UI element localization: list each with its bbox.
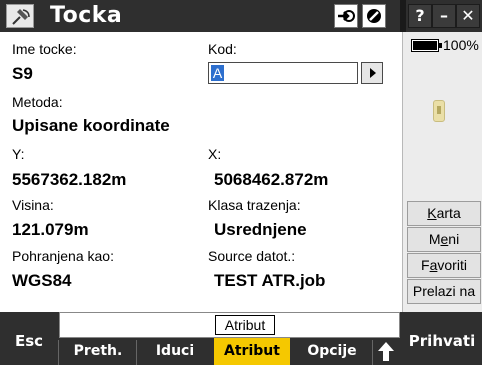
visina-label: Visina:: [12, 197, 54, 213]
battery-percent: 100%: [443, 37, 479, 53]
kod-label: Kod:: [208, 41, 237, 57]
metoda-label: Metoda:: [12, 94, 63, 110]
battery-icon: [411, 39, 442, 52]
prethodni-button[interactable]: Preth.: [60, 338, 136, 365]
karta-button[interactable]: Karta: [407, 201, 481, 226]
gnss-receiver-icon[interactable]: [433, 100, 445, 122]
prelazi-na-button[interactable]: Prelazi na: [407, 279, 481, 304]
y-label: Y:: [12, 146, 25, 162]
iduci-button[interactable]: Iduci: [138, 338, 212, 365]
side-panel: 100% Karta Meni Favoriti Prelazi na: [402, 32, 482, 312]
prihvati-button[interactable]: Prihvati: [402, 318, 482, 365]
visina-value: 121.079m: [12, 220, 89, 239]
title-bar: Tocka ? – ✕: [0, 0, 482, 32]
kod-list-button[interactable]: [361, 62, 383, 84]
source-datot-label: Source datot.:: [208, 248, 296, 264]
close-button[interactable]: ✕: [456, 4, 480, 28]
satellite-icon: [12, 9, 30, 25]
no-entry-icon: [367, 9, 381, 23]
title-separator: [400, 0, 406, 32]
klasa-trazenja-label: Klasa trazenja:: [208, 197, 301, 213]
arrow-up-icon: [378, 342, 394, 361]
x-value: 5068462.872m: [214, 170, 329, 189]
metoda-value: Upisane koordinate: [12, 116, 170, 135]
klasa-trazenja-value: Usrednjene: [214, 220, 307, 239]
shift-up-button[interactable]: [374, 338, 398, 365]
kod-selected-text: A: [211, 65, 224, 81]
status-line-text: Atribut: [215, 315, 275, 335]
source-datot-value: TEST ATR.job: [214, 271, 326, 290]
battery-fill: [413, 41, 437, 50]
help-button[interactable]: ?: [408, 4, 432, 28]
login-button[interactable]: [334, 4, 358, 28]
favoriti-button[interactable]: Favoriti: [407, 253, 481, 278]
pohranjena-kao-label: Pohranjena kao:: [12, 248, 114, 264]
cancel-measure-button[interactable]: [362, 4, 386, 28]
arrow-in-icon: [338, 10, 355, 22]
kod-input[interactable]: A: [208, 62, 358, 84]
atribut-button[interactable]: Atribut: [214, 338, 290, 365]
ime-tocke-value[interactable]: S9: [12, 64, 33, 84]
minimize-button[interactable]: –: [432, 4, 456, 28]
meni-button[interactable]: Meni: [407, 227, 481, 252]
opcije-button[interactable]: Opcije: [292, 338, 372, 365]
esc-button[interactable]: Esc: [0, 318, 58, 365]
pohranjena-kao-value: WGS84: [12, 271, 72, 290]
x-label: X:: [208, 146, 222, 162]
ime-tocke-label: Ime tocke:: [12, 41, 77, 57]
window-title: Tocka: [50, 3, 123, 28]
y-value: 5567362.182m: [12, 170, 127, 189]
app-icon[interactable]: [6, 4, 34, 28]
